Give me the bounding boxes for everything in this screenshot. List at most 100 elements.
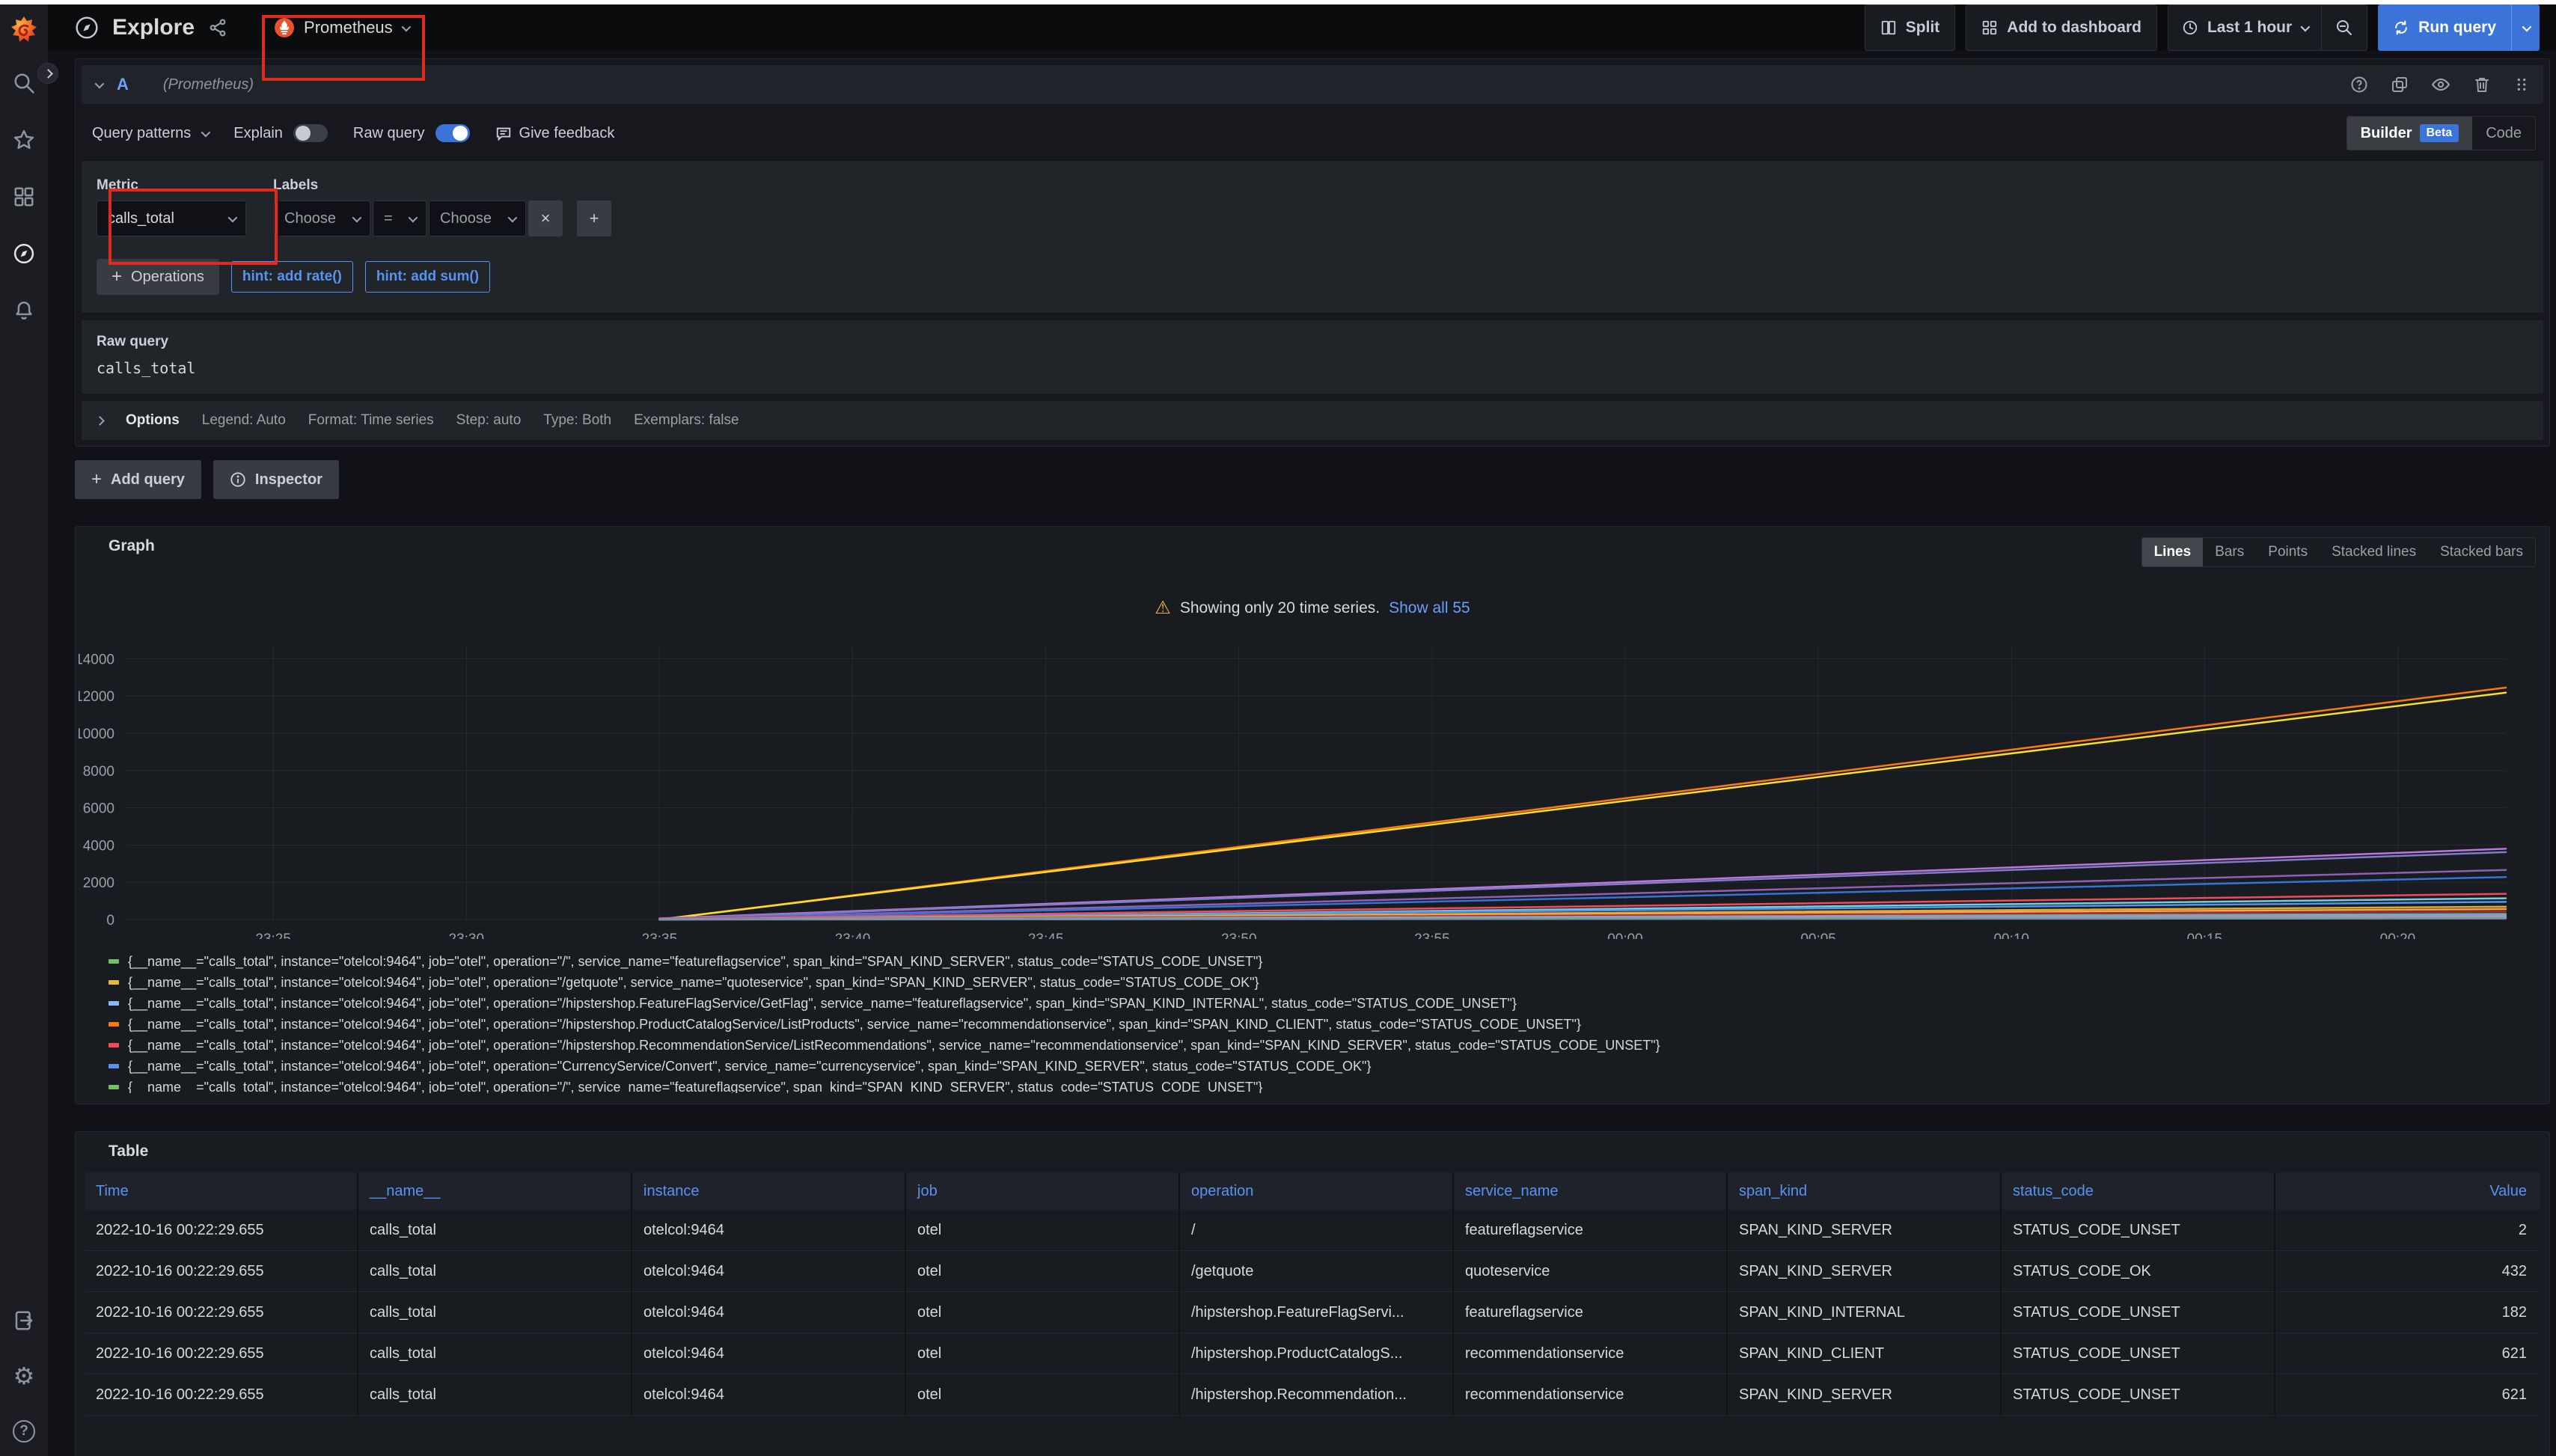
metric-value: calls_total xyxy=(108,210,174,227)
alerting-bell-icon[interactable] xyxy=(13,299,35,322)
graph-mode-stacked-bars[interactable]: Stacked bars xyxy=(2428,538,2535,566)
table-panel-title: Table xyxy=(108,1143,148,1160)
run-query-button[interactable]: Run query xyxy=(2378,4,2540,51)
option-exemplars: Exemplars: false xyxy=(634,412,739,429)
sidebar-expand-button[interactable] xyxy=(37,63,58,84)
code-tab[interactable]: Code xyxy=(2472,117,2535,150)
column-header-time[interactable]: Time xyxy=(85,1172,358,1210)
duplicate-query-icon[interactable] xyxy=(2391,76,2409,94)
table-cell: STATUS_CODE_UNSET xyxy=(2002,1210,2275,1251)
show-all-link[interactable]: Show all 55 xyxy=(1389,599,1470,617)
table-cell: otelcol:9464 xyxy=(632,1292,906,1333)
code-label: Code xyxy=(2486,125,2522,142)
legend-item[interactable]: {__name__="calls_total", instance="otelc… xyxy=(108,1056,2549,1077)
legend-item[interactable]: {__name__="calls_total", instance="otelc… xyxy=(108,951,2549,972)
legend-label: {__name__="calls_total", instance="otelc… xyxy=(128,954,1262,970)
label-name-select[interactable]: Choose xyxy=(273,201,370,236)
svg-text:23:30: 23:30 xyxy=(449,932,485,939)
legend-item[interactable]: {__name__="calls_total", instance="otelc… xyxy=(108,993,2549,1014)
legend-item[interactable]: {__name__="calls_total", instance="otelc… xyxy=(108,972,2549,993)
metric-label: Metric xyxy=(97,177,246,194)
raw-query-label: Raw query xyxy=(97,334,2528,350)
table-row[interactable]: 2022-10-16 00:22:29.655calls_totalotelco… xyxy=(85,1210,2540,1251)
legend-swatch xyxy=(108,1043,119,1047)
sign-in-icon[interactable] xyxy=(13,1309,35,1332)
table-cell: / xyxy=(1180,1210,1454,1251)
run-query-dropdown[interactable] xyxy=(2511,4,2540,51)
explain-toggle[interactable] xyxy=(293,124,328,142)
table-row[interactable]: 2022-10-16 00:22:29.655calls_totalotelco… xyxy=(85,1251,2540,1292)
raw-query-toggle-label: Raw query xyxy=(353,125,425,142)
zoom-out-button[interactable] xyxy=(2321,5,2367,50)
legend-label: {__name__="calls_total", instance="otelc… xyxy=(128,1038,1660,1053)
table-row[interactable]: 2022-10-16 00:22:29.655calls_totalotelco… xyxy=(85,1333,2540,1374)
drag-handle-icon[interactable] xyxy=(2513,76,2530,93)
legend-item[interactable]: {__name__="calls_total", instance="otelc… xyxy=(108,1014,2549,1035)
label-value-select[interactable]: Choose xyxy=(429,201,526,236)
query-options-row[interactable]: Options Legend: Auto Format: Time series… xyxy=(82,401,2543,440)
grafana-logo-icon[interactable] xyxy=(8,15,40,46)
refresh-icon xyxy=(2393,19,2409,36)
column-header-status-code[interactable]: status_code xyxy=(2002,1172,2275,1210)
legend-item[interactable]: {__name__="calls_total", instance="otelc… xyxy=(108,1035,2549,1056)
table-cell: 2 xyxy=(2275,1210,2540,1251)
column-header-service-name[interactable]: service_name xyxy=(1454,1172,1728,1210)
add-query-button[interactable]: + Add query xyxy=(75,460,201,499)
comment-icon xyxy=(495,125,512,141)
table-row[interactable]: 2022-10-16 00:22:29.655calls_totalotelco… xyxy=(85,1292,2540,1333)
label-operator-select[interactable]: = xyxy=(373,201,426,236)
column-header-operation[interactable]: operation xyxy=(1180,1172,1454,1210)
table-cell: SPAN_KIND_CLIENT xyxy=(1728,1333,2002,1374)
metric-select[interactable]: calls_total xyxy=(97,201,246,236)
datasource-picker[interactable]: Prometheus xyxy=(260,7,422,49)
time-series-chart[interactable]: 0200040006000800010000120001400023:2523:… xyxy=(79,625,2546,939)
help-icon[interactable]: ? xyxy=(13,1420,35,1443)
graph-mode-stacked-lines[interactable]: Stacked lines xyxy=(2320,538,2428,566)
collapse-chevron-icon[interactable] xyxy=(95,79,105,88)
remove-label-button[interactable]: × xyxy=(528,201,563,236)
inspector-button[interactable]: Inspector xyxy=(213,460,339,499)
builder-code-switch: Builder Beta Code xyxy=(2346,116,2536,150)
hint-add-sum-button[interactable]: hint: add sum() xyxy=(365,261,490,293)
dashboards-icon[interactable] xyxy=(13,186,35,208)
starred-icon[interactable] xyxy=(13,129,35,151)
share-icon[interactable] xyxy=(208,18,227,37)
table-row[interactable]: 2022-10-16 00:22:29.655calls_totalotelco… xyxy=(85,1374,2540,1416)
time-range-button[interactable]: Last 1 hour xyxy=(2168,5,2321,50)
query-help-icon[interactable] xyxy=(2350,76,2368,94)
warning-icon: ⚠ xyxy=(1155,597,1171,619)
graph-mode-switch: LinesBarsPointsStacked linesStacked bars xyxy=(2141,537,2536,567)
explore-compass-icon[interactable] xyxy=(13,242,35,265)
svg-text:00:10: 00:10 xyxy=(1993,932,2029,939)
option-step: Step: auto xyxy=(456,412,522,429)
query-patterns-dropdown[interactable]: Query patterns xyxy=(92,125,208,142)
give-feedback-button[interactable]: Give feedback xyxy=(495,125,615,142)
raw-query-toggle[interactable] xyxy=(435,124,470,142)
search-icon[interactable] xyxy=(13,72,35,94)
svg-text:0: 0 xyxy=(106,913,114,929)
builder-tab[interactable]: Builder Beta xyxy=(2347,117,2473,150)
column-header-job[interactable]: job xyxy=(906,1172,1180,1210)
remove-query-trash-icon[interactable] xyxy=(2473,76,2491,94)
split-button[interactable]: Split xyxy=(1865,4,1956,51)
column-header-instance[interactable]: instance xyxy=(632,1172,906,1210)
settings-gear-icon[interactable]: ⚙ xyxy=(13,1365,35,1387)
add-label-button[interactable]: + xyxy=(577,201,611,236)
legend-item-partial[interactable]: {__name__="calls_total", instance="otelc… xyxy=(108,1077,2549,1093)
add-to-dashboard-button[interactable]: Add to dashboard xyxy=(1966,4,2157,51)
column-header-span-kind[interactable]: span_kind xyxy=(1728,1172,2002,1210)
legend-label: {__name__="calls_total", instance="otelc… xyxy=(128,975,1259,991)
graph-mode-points[interactable]: Points xyxy=(2256,538,2320,566)
table-cell: featureflagservice xyxy=(1454,1210,1728,1251)
graph-mode-lines[interactable]: Lines xyxy=(2142,538,2204,566)
svg-text:23:25: 23:25 xyxy=(255,932,291,939)
explain-label: Explain xyxy=(233,125,283,142)
hide-query-eye-icon[interactable] xyxy=(2431,75,2450,94)
query-row-header[interactable]: A (Prometheus) xyxy=(82,65,2543,104)
operations-button[interactable]: + Operations xyxy=(97,259,219,295)
column-header-value[interactable]: Value xyxy=(2275,1172,2540,1210)
table-cell: quoteservice xyxy=(1454,1251,1728,1292)
column-header--name-[interactable]: __name__ xyxy=(358,1172,632,1210)
hint-add-rate-button[interactable]: hint: add rate() xyxy=(231,261,353,293)
graph-mode-bars[interactable]: Bars xyxy=(2203,538,2256,566)
